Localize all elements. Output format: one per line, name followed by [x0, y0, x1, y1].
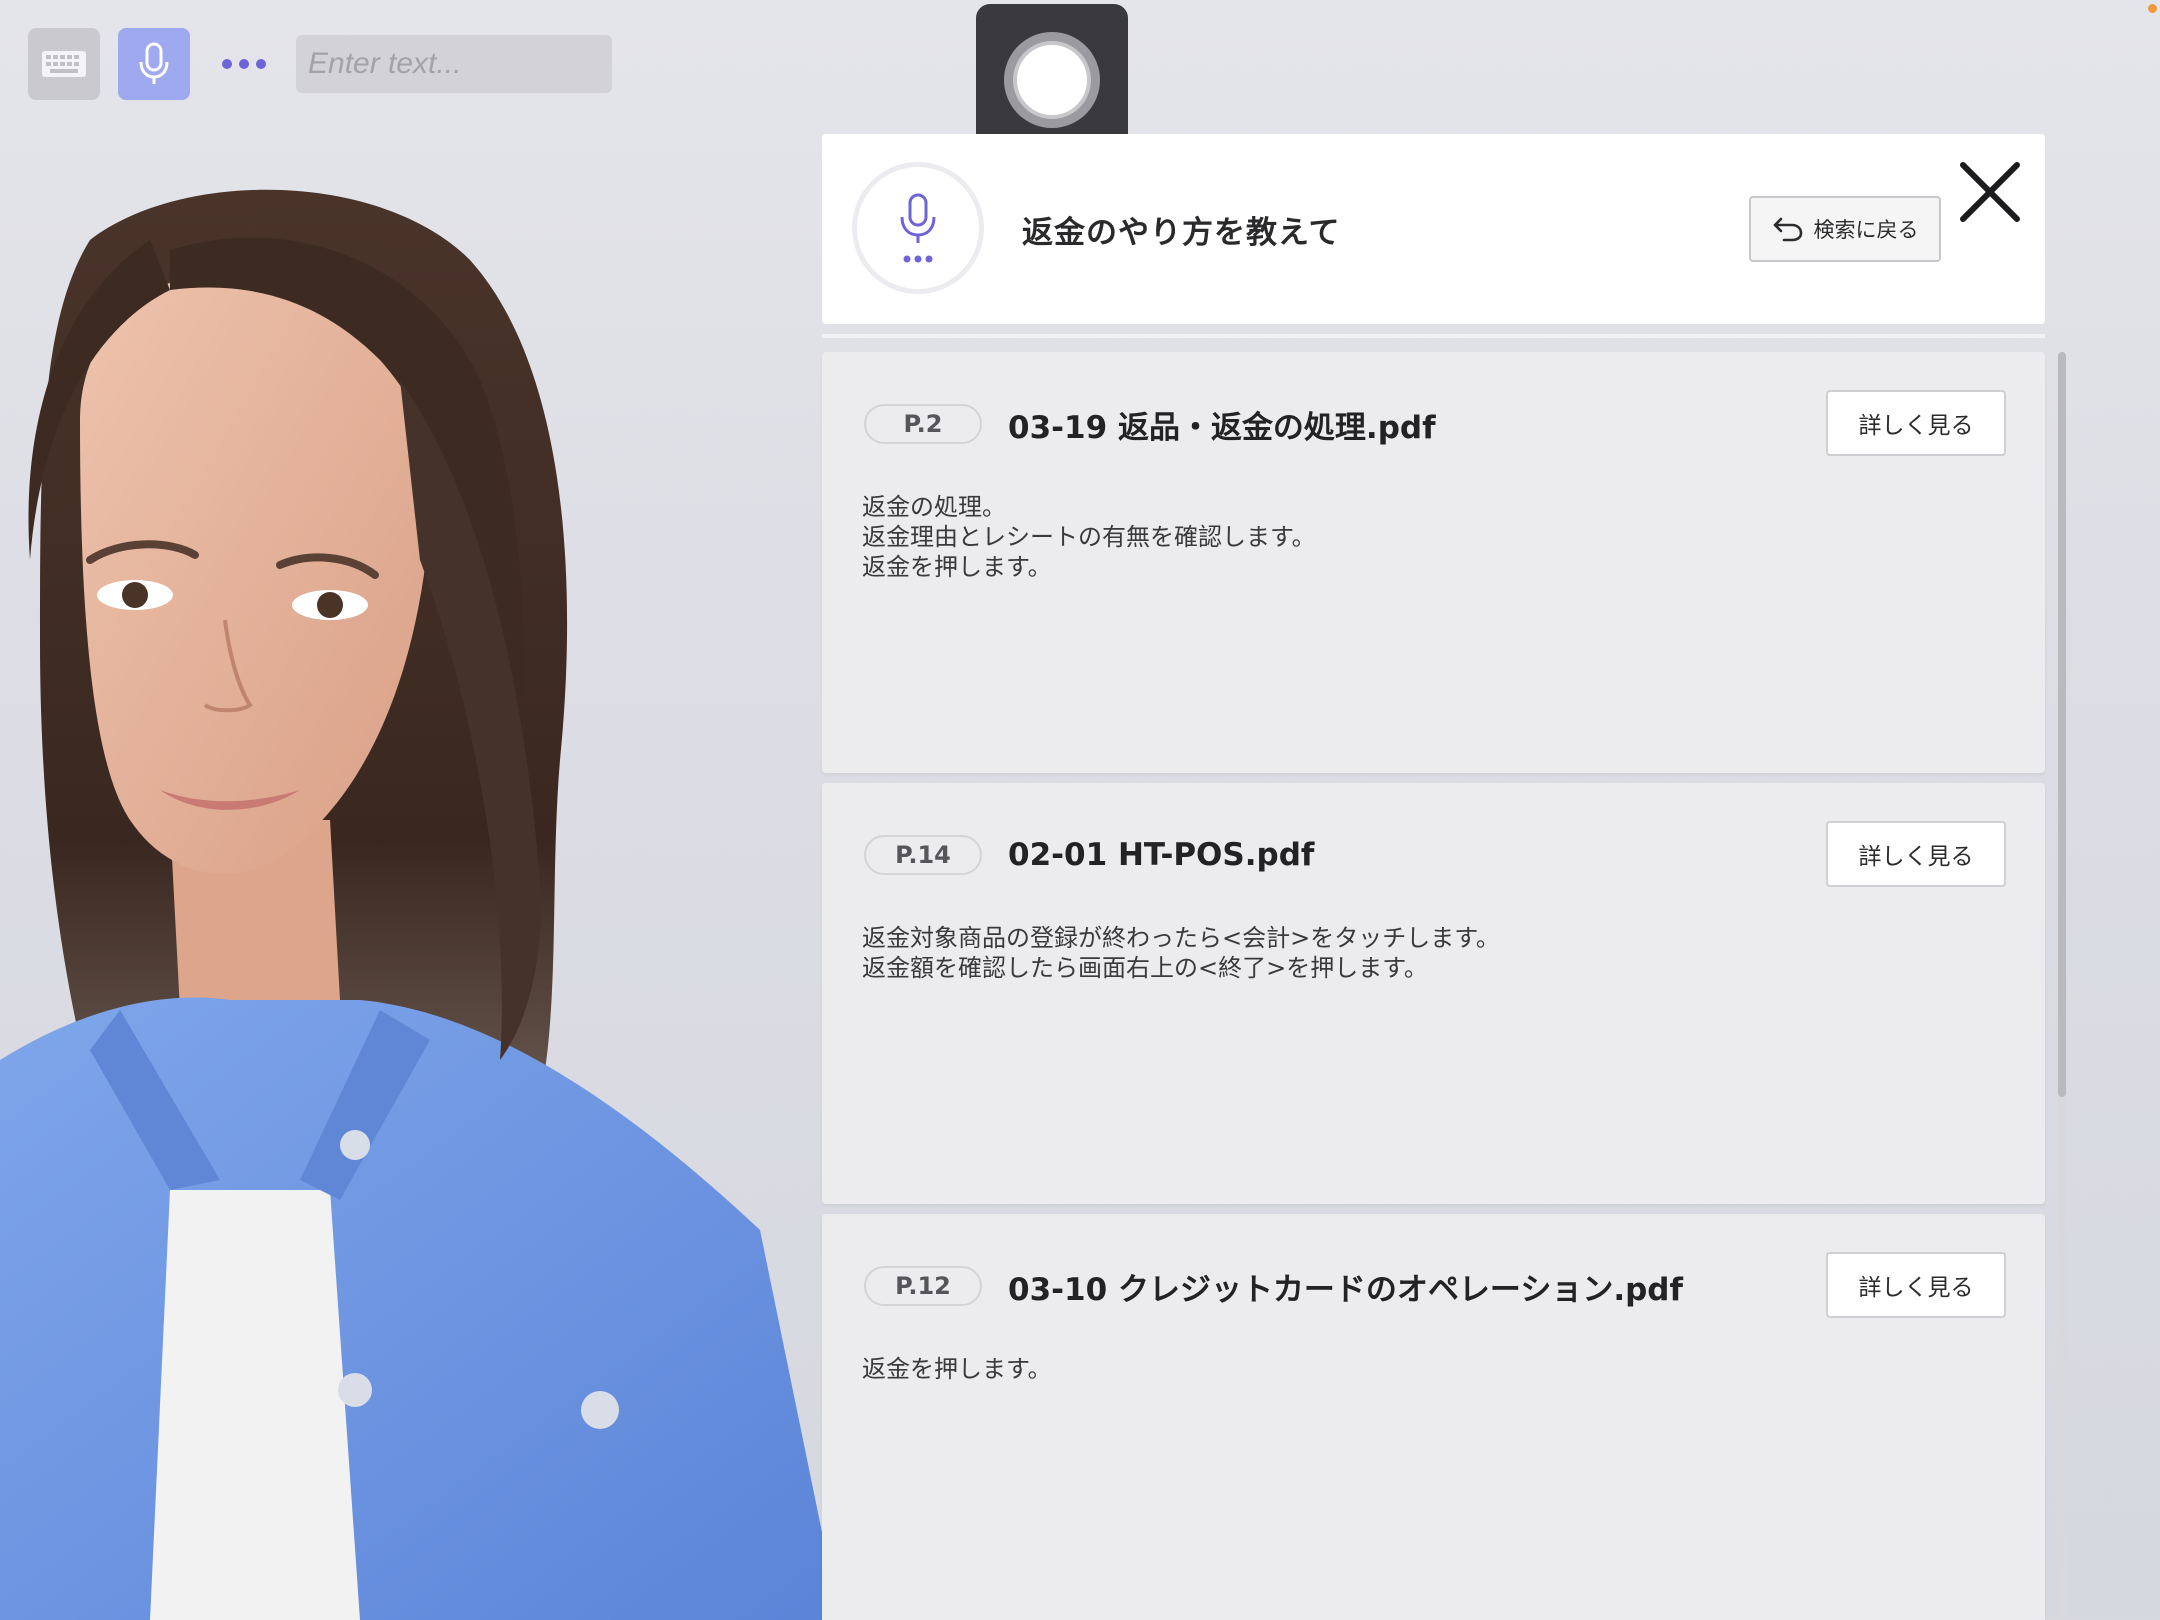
status-indicator [2148, 4, 2157, 13]
document-title: 03-10 クレジットカードのオペレーション.pdf [1008, 1271, 1683, 1308]
result-card: P.2 03-19 返品・返金の処理.pdf 詳しく見る 返金の処理。 返金理由… [822, 352, 2045, 773]
excerpt-line: 返金理由とレシートの有無を確認します。 [862, 523, 1316, 551]
header-divider [822, 334, 2045, 338]
avatar-illustration [0, 189, 840, 1620]
document-title: 02-01 HT-POS.pdf [1008, 837, 1315, 873]
result-card: P.12 03-10 クレジットカードのオペレーション.pdf 詳しく見る 返金… [822, 1214, 2045, 1620]
excerpt-line: 返金対象商品の登録が終わったら<会計>をタッチします。 [862, 924, 1500, 952]
view-details-button[interactable]: 詳しく見る [1826, 1252, 2006, 1318]
result-excerpt: 返金対象商品の登録が終わったら<会計>をタッチします。 返金額を確認したら画面右… [862, 923, 1982, 983]
page-badge: P.14 [864, 835, 982, 875]
excerpt-line: 返金の処理。 [862, 493, 1006, 521]
microphone-icon [139, 42, 169, 84]
excerpt-line: 返金を押します。 [862, 553, 1052, 581]
loading-dots-icon [903, 255, 933, 263]
result-card: P.14 02-01 HT-POS.pdf 詳しく見る 返金対象商品の登録が終わ… [822, 783, 2045, 1204]
query-text: 返金のやり方を教えて [1022, 214, 1341, 251]
keyboard-icon [42, 51, 86, 77]
listening-indicator [852, 162, 984, 294]
microphone-button[interactable] [118, 28, 190, 100]
back-to-search-label: 検索に戻る [1813, 218, 1919, 242]
microphone-icon [900, 193, 936, 243]
input-toolbar [28, 28, 612, 100]
search-results: P.2 03-19 返品・返金の処理.pdf 詳しく見る 返金の処理。 返金理由… [822, 352, 2045, 1620]
scrollbar-thumb[interactable] [2058, 352, 2066, 1097]
keyboard-button[interactable] [28, 28, 100, 100]
query-panel: 返金のやり方を教えて 検索に戻る [822, 134, 2045, 324]
close-button[interactable] [1952, 154, 2028, 230]
close-icon [1960, 162, 2020, 222]
text-input[interactable] [296, 35, 612, 93]
undo-arrow-icon [1773, 217, 1802, 242]
view-details-button[interactable]: 詳しく見る [1826, 821, 2006, 887]
more-dots-icon [222, 59, 266, 69]
page-badge: P.2 [864, 404, 982, 444]
record-button-icon [1004, 32, 1100, 128]
document-title: 03-19 返品・返金の処理.pdf [1008, 409, 1436, 446]
excerpt-line: 返金額を確認したら画面右上の<終了>を押します。 [862, 954, 1428, 982]
more-options-button[interactable] [208, 28, 280, 100]
back-to-search-button[interactable]: 検索に戻る [1749, 196, 1941, 262]
result-excerpt: 返金を押します。 [862, 1354, 1982, 1384]
excerpt-line: 返金を押します。 [862, 1355, 1052, 1383]
page-badge: P.12 [864, 1266, 982, 1306]
view-details-button[interactable]: 詳しく見る [1826, 390, 2006, 456]
result-excerpt: 返金の処理。 返金理由とレシートの有無を確認します。 返金を押します。 [862, 492, 1982, 582]
